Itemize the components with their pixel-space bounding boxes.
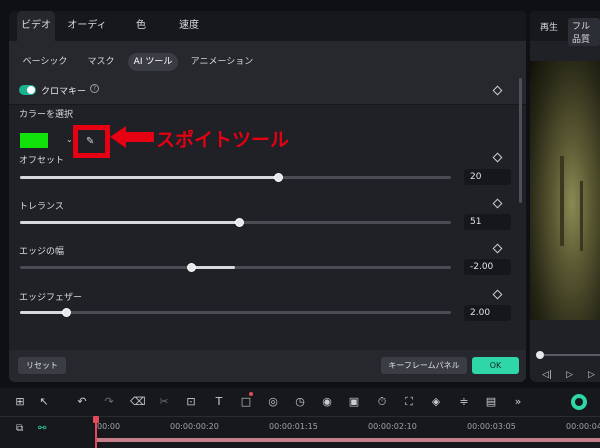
prev-frame-icon[interactable]: ◁| xyxy=(542,370,552,380)
tolerance-slider-knob[interactable] xyxy=(234,218,244,227)
editor-screen: ビデオ オーディオ 色 速度 ベーシック マスク AI ツール アニメーション … xyxy=(0,0,600,448)
redo-icon[interactable]: ↷ xyxy=(102,395,116,409)
tolerance-slider[interactable] xyxy=(20,218,451,227)
offset-value-input[interactable]: 20 xyxy=(464,169,511,185)
image-icon[interactable]: ▣ xyxy=(347,395,361,409)
tolerance-value-input[interactable]: 51 xyxy=(464,214,511,230)
sub-tabs: ベーシック マスク AI ツール アニメーション xyxy=(9,41,526,76)
help-icon[interactable]: ? xyxy=(90,84,99,93)
reset-button[interactable]: リセット xyxy=(18,357,66,374)
color-select-label: カラーを選択 xyxy=(19,110,74,120)
keyframe-diamond-icon[interactable] xyxy=(492,289,503,300)
timeline-toolbar: ⊞ ↖ ↶ ↷ ⌫ ✂ ⊡ T □ ◎ ◷ ◉ ▣ ⏱ ⛶ ◈ ≑ ▤ » xyxy=(0,388,600,416)
tab-speed[interactable]: 速度 xyxy=(174,11,204,41)
color-palette-icon[interactable]: ◉ xyxy=(320,395,334,409)
video-preview xyxy=(530,61,600,320)
eyedropper-callout-text: スポイトツール xyxy=(156,129,290,151)
record-icon[interactable] xyxy=(571,394,587,410)
tree-trunk xyxy=(560,156,564,246)
edge-feather-slider[interactable] xyxy=(20,308,451,317)
edge-width-slider-knob[interactable] xyxy=(187,263,197,272)
add-track-icon[interactable]: ⧉ xyxy=(16,423,23,434)
offset-slider-knob[interactable] xyxy=(273,173,283,182)
edge-width-value-input[interactable]: -2.00 xyxy=(464,259,511,275)
edge-feather-slider-knob[interactable] xyxy=(62,308,72,317)
offset-slider[interactable] xyxy=(20,173,451,182)
main-tabs: ビデオ オーディオ 色 速度 xyxy=(9,11,526,61)
delete-icon[interactable]: ⌫ xyxy=(130,395,146,409)
subtab-animation[interactable]: アニメーション xyxy=(187,53,257,71)
panel-scrollbar[interactable] xyxy=(519,78,522,203)
param-label-edge-width: エッジの幅 xyxy=(19,247,65,257)
shape-icon[interactable]: □ xyxy=(239,395,253,409)
tab-video[interactable]: ビデオ xyxy=(17,11,55,41)
properties-panel: ビデオ オーディオ 色 速度 ベーシック マスク AI ツール アニメーション … xyxy=(9,11,526,382)
subtab-ai-tools[interactable]: AI ツール xyxy=(128,53,178,71)
tolerance-slider-fill xyxy=(20,221,240,224)
preview-scrubber-knob[interactable] xyxy=(536,351,544,359)
crop-icon[interactable]: ⊡ xyxy=(184,395,198,409)
preview-panel: 再生 フル品質 ◁| ▷ ▷ xyxy=(530,11,600,382)
eyedropper-highlight-box xyxy=(73,125,110,158)
play-icon[interactable]: ▷ xyxy=(566,370,573,380)
preview-header: 再生 フル品質 xyxy=(530,11,600,46)
keyframe-panel-button[interactable]: キーフレームパネル xyxy=(381,357,467,374)
param-label-tolerance: トレランス xyxy=(19,202,64,212)
edge-width-slider[interactable] xyxy=(20,263,451,272)
play-mode-label[interactable]: 再生 xyxy=(540,20,558,33)
param-label-edge-feather: エッジフェザー xyxy=(19,293,83,303)
timecode-label: 00:00:02:10 xyxy=(368,422,417,431)
preview-scrubber[interactable] xyxy=(536,351,600,359)
chroma-key-row: クロマキー ? xyxy=(9,76,526,105)
offset-slider-fill xyxy=(20,176,279,179)
link-icon[interactable]: ⚯ xyxy=(38,423,46,434)
subtab-basic[interactable]: ベーシック xyxy=(19,53,71,71)
tab-color[interactable]: 色 xyxy=(127,11,155,41)
key-color-swatch[interactable] xyxy=(20,133,48,148)
panel-footer: リセット キーフレームパネル OK xyxy=(9,350,526,382)
timecode-label: 00:00:04:00 xyxy=(566,422,600,431)
playhead-handle[interactable] xyxy=(93,416,99,423)
edge-width-slider-fill xyxy=(192,266,236,269)
keyframe-diamond-icon[interactable] xyxy=(492,152,503,163)
timecode-label: 00:00:00:20 xyxy=(170,422,219,431)
ok-button[interactable]: OK xyxy=(472,357,519,374)
keyframe-icon[interactable]: ◈ xyxy=(429,395,443,409)
fit-icon[interactable]: ⛶ xyxy=(402,395,416,409)
callout-arrow-icon xyxy=(110,126,154,148)
timeline-ruler[interactable]: ⧉ ⚯ 00:00 00:00:00:20 00:00:01:15 00:00:… xyxy=(0,416,600,448)
tab-audio[interactable]: オーディオ xyxy=(63,11,111,61)
quality-dropdown[interactable]: フル品質 xyxy=(568,18,600,46)
notification-dot xyxy=(249,392,253,396)
adjust-icon[interactable]: ≑ xyxy=(457,395,471,409)
timecode-label: 00:00 xyxy=(97,422,121,431)
speed-icon[interactable]: ◷ xyxy=(293,395,307,409)
subtitle-icon[interactable]: ▤ xyxy=(484,395,498,409)
mask-icon[interactable]: ◎ xyxy=(266,395,280,409)
cut-icon[interactable]: ✂ xyxy=(157,395,171,409)
more-icon[interactable]: » xyxy=(511,395,525,409)
tree-trunk xyxy=(580,181,583,251)
subtab-mask[interactable]: マスク xyxy=(83,53,119,71)
layout-grid-icon[interactable]: ⊞ xyxy=(13,395,27,409)
chroma-key-toggle[interactable] xyxy=(19,85,36,95)
timecode-ticks: 00:00 00:00:00:20 00:00:01:15 00:00:02:1… xyxy=(95,417,600,448)
param-label-offset: オフセット xyxy=(19,156,65,166)
keyframe-diamond-icon[interactable] xyxy=(492,243,503,254)
keyframe-diamond-icon[interactable] xyxy=(492,198,503,209)
stop-icon[interactable]: ▷ xyxy=(588,370,595,380)
chevron-down-icon[interactable]: ⌄ xyxy=(66,135,73,144)
in-out-range-band xyxy=(97,438,600,442)
timecode-label: 00:00:03:05 xyxy=(467,422,516,431)
timer-icon[interactable]: ⏱ xyxy=(375,395,389,409)
edge-feather-slider-fill xyxy=(20,311,68,314)
text-icon[interactable]: T xyxy=(212,395,226,409)
select-cursor-icon[interactable]: ↖ xyxy=(37,395,51,409)
chroma-key-label: クロマキー xyxy=(41,87,87,97)
timecode-label: 00:00:01:15 xyxy=(269,422,318,431)
undo-icon[interactable]: ↶ xyxy=(75,395,89,409)
keyframe-diamond-icon[interactable] xyxy=(492,85,503,96)
edge-feather-value-input[interactable]: 2.00 xyxy=(464,305,511,321)
